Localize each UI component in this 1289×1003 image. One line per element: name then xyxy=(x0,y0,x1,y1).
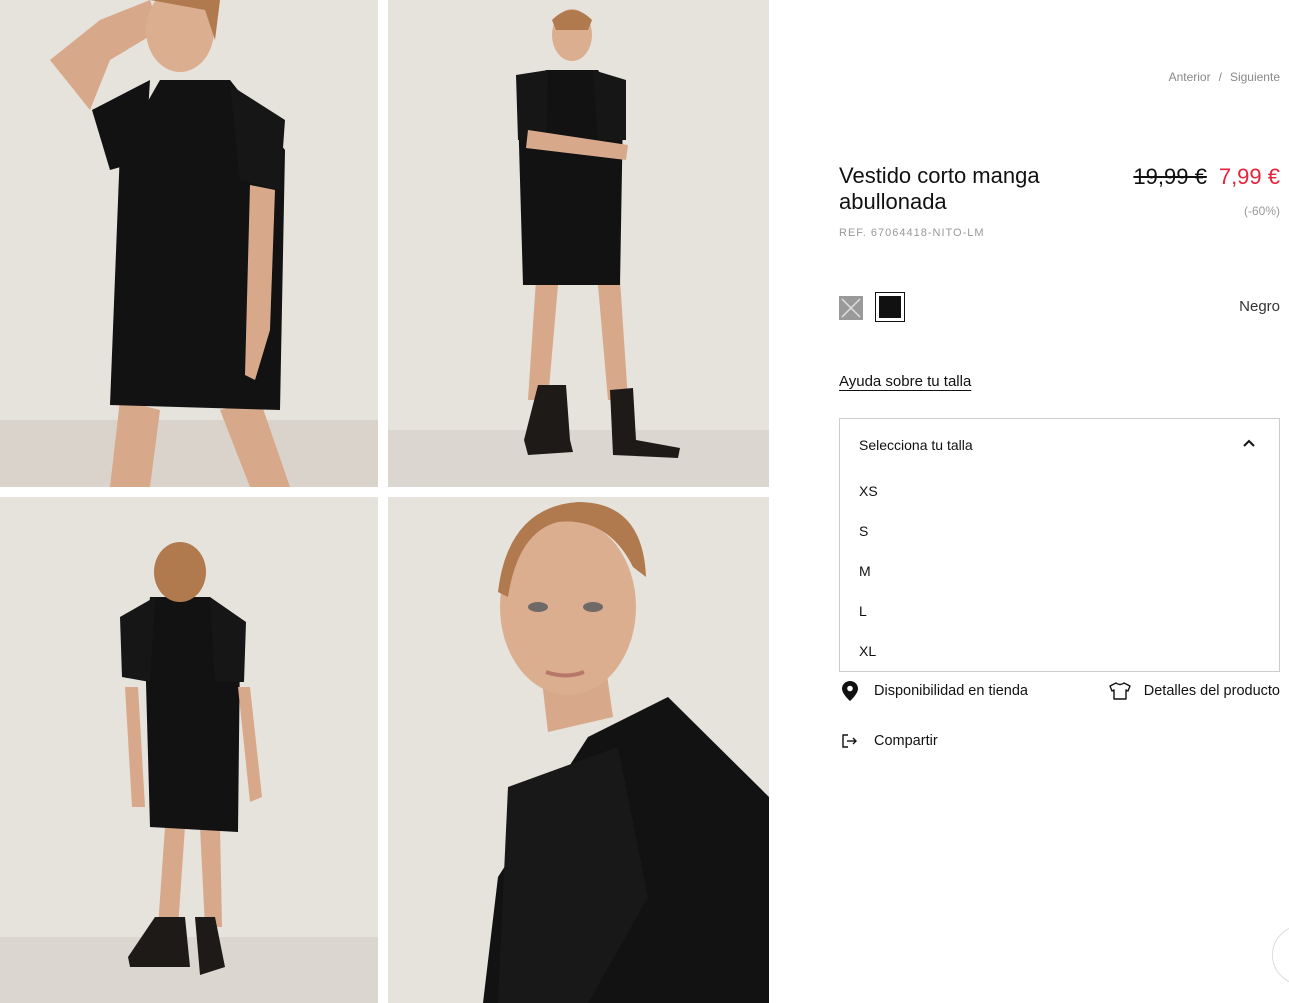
product-navigation: Anterior / Siguiente xyxy=(1169,70,1280,84)
unavailable-icon xyxy=(841,298,861,318)
size-options: XS S M L XL xyxy=(859,483,878,683)
color-swatch-black[interactable] xyxy=(875,292,905,322)
size-option-s[interactable]: S xyxy=(859,523,878,563)
sale-price: 7,99 € xyxy=(1218,164,1280,189)
product-details-button[interactable]: Detalles del producto xyxy=(1109,680,1280,702)
product-title: Vestido corto manga abullonada xyxy=(839,163,1040,214)
product-gallery xyxy=(0,0,769,1003)
size-option-xs[interactable]: XS xyxy=(859,483,878,523)
chevron-up-icon xyxy=(1243,439,1255,447)
product-details-label: Detalles del producto xyxy=(1143,683,1280,699)
share-label: Compartir xyxy=(874,733,938,749)
discount-badge: (-60%) xyxy=(1243,204,1280,218)
nav-separator: / xyxy=(1218,70,1222,84)
previous-link[interactable]: Anterior xyxy=(1169,70,1211,84)
share-icon xyxy=(839,730,861,752)
tshirt-icon xyxy=(1109,680,1131,702)
product-image-3[interactable] xyxy=(0,497,378,1003)
next-link[interactable]: Siguiente xyxy=(1230,70,1280,84)
size-dropdown-header[interactable]: Selecciona tu talla xyxy=(859,437,1255,457)
share-button[interactable]: Compartir xyxy=(839,730,938,752)
size-option-l[interactable]: L xyxy=(859,603,878,643)
store-availability-label: Disponibilidad en tienda xyxy=(874,683,1028,699)
store-availability-button[interactable]: Disponibilidad en tienda xyxy=(839,680,1028,702)
product-image-1[interactable] xyxy=(0,0,378,487)
color-swatch-fill xyxy=(879,296,901,318)
price-block: 19,99 € 7,99 € (-60%) xyxy=(1133,164,1280,218)
product-panel: Anterior / Siguiente Vestido corto manga a… xyxy=(839,0,1280,1003)
location-pin-icon xyxy=(839,680,861,702)
size-help-link[interactable]: Ayuda sobre tu talla xyxy=(839,373,971,390)
selected-color-name: Negro xyxy=(1239,298,1280,315)
product-image-2[interactable] xyxy=(388,0,769,487)
size-dropdown[interactable]: Selecciona tu talla XS S M L XL xyxy=(839,418,1280,672)
color-swatch-grey[interactable] xyxy=(839,296,863,320)
size-dropdown-placeholder: Selecciona tu talla xyxy=(859,437,973,453)
size-option-xl[interactable]: XL xyxy=(859,643,878,683)
product-image-4[interactable] xyxy=(388,497,769,1003)
product-reference: REF. 67064418-NITO-LM xyxy=(839,227,985,239)
size-option-m[interactable]: M xyxy=(859,563,878,603)
color-swatches xyxy=(839,292,905,322)
old-price: 19,99 € xyxy=(1133,164,1207,189)
